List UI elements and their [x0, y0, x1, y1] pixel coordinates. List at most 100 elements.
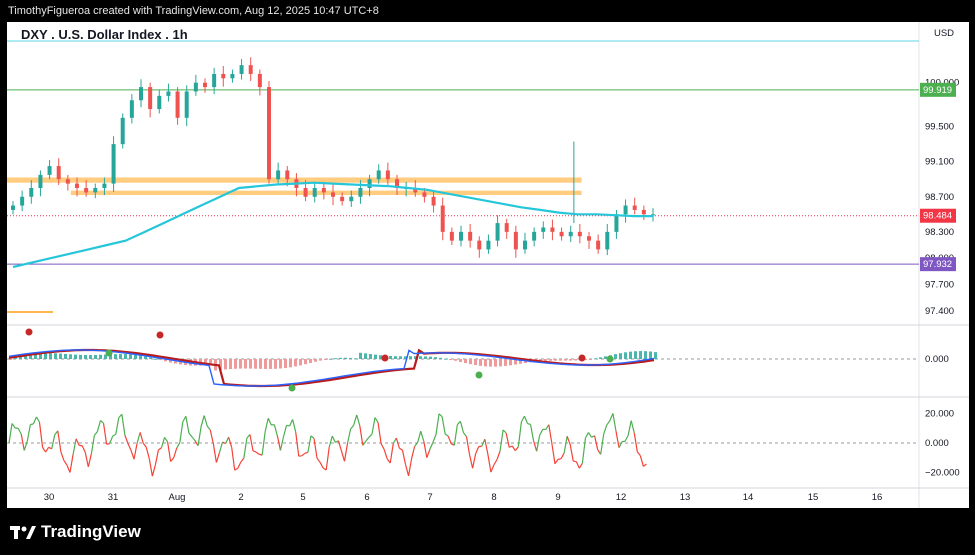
- oscillator-segment: [365, 436, 370, 442]
- oscillator-segment: [527, 422, 531, 426]
- crossover-dot: [25, 328, 33, 336]
- macd-bar: [614, 354, 617, 359]
- oscillator-segment: [584, 432, 590, 439]
- macd-bar: [419, 356, 422, 359]
- macd-bar: [149, 357, 152, 359]
- oscillator-segment: [438, 413, 443, 418]
- macd-bar: [644, 351, 647, 359]
- oscillator-segment: [499, 429, 504, 452]
- candle-body: [641, 209, 646, 215]
- oscillator-segment: [301, 452, 306, 457]
- macd-bar: [544, 359, 547, 361]
- oscillator-segment: [490, 464, 495, 473]
- oscillator-segment: [587, 432, 593, 438]
- currency-label: USD: [934, 28, 954, 39]
- oscillator-segment: [218, 441, 224, 453]
- date-tick-label: 30: [44, 492, 55, 503]
- oscillator-segment: [167, 441, 172, 462]
- oscillator-segment: [331, 435, 336, 443]
- macd-bar: [154, 358, 157, 360]
- oscillator-segment: [359, 425, 364, 446]
- oscillator-segment: [569, 444, 574, 462]
- date-tick-label: 14: [743, 492, 754, 503]
- oscillator-segment: [206, 425, 211, 431]
- oscillator-segment: [575, 461, 580, 469]
- candle-body: [614, 214, 619, 232]
- chart-area[interactable]: USD100.00099.50099.10098.70098.30098.000…: [7, 22, 969, 508]
- oscillator-segment: [444, 433, 449, 437]
- macd-bar: [44, 353, 47, 359]
- candle-body: [111, 144, 116, 184]
- date-tick-label: 2: [238, 492, 243, 503]
- oscillator-segment: [368, 433, 373, 438]
- oscillator-segment: [100, 419, 104, 424]
- macd-bar: [444, 358, 447, 360]
- oscillator-segment: [66, 464, 71, 473]
- oscillator-segment: [307, 435, 312, 453]
- macd-bar: [329, 358, 332, 360]
- oscillator-segment: [60, 451, 65, 461]
- oscillator-segment: [435, 413, 440, 435]
- macd-bar: [284, 359, 287, 369]
- chart-svg: USD100.00099.50099.10098.70098.30098.000…: [7, 22, 969, 508]
- candle-body: [47, 166, 52, 175]
- oscillator-segment: [520, 415, 525, 423]
- candle-body: [321, 188, 326, 193]
- oscillator-segment: [11, 423, 16, 429]
- oscillator-segment: [468, 454, 474, 469]
- candle-body: [276, 170, 281, 180]
- oscillator-segment: [459, 421, 465, 433]
- oscillator-segment: [514, 446, 519, 452]
- macd-bar: [494, 359, 497, 367]
- macd-bar: [549, 359, 552, 361]
- oscillator-segment: [127, 443, 132, 451]
- oscillator-segment: [404, 464, 410, 477]
- macd-bar: [314, 359, 317, 362]
- oscillator-segment: [148, 458, 153, 477]
- macd-bar: [374, 354, 377, 359]
- candle-body: [568, 231, 573, 237]
- macd-bar: [54, 353, 57, 359]
- oscillator-segment: [432, 434, 437, 443]
- candle-body: [513, 231, 518, 250]
- oscillator-segment: [426, 449, 431, 458]
- oscillator-segment: [173, 447, 178, 458]
- macd-bar: [469, 359, 472, 365]
- macd-bar: [474, 359, 477, 366]
- oscillator-segment: [90, 435, 95, 455]
- oscillator-segment: [38, 422, 44, 448]
- oscillator-segment: [191, 436, 196, 442]
- date-tick-label: 15: [808, 492, 819, 503]
- oscillator-segment: [624, 435, 629, 442]
- osc-tick-label: 20.000: [925, 409, 954, 420]
- macd-bar: [74, 354, 77, 359]
- oscillator-segment: [57, 430, 62, 452]
- date-tick-label: 7: [427, 492, 432, 503]
- macd-bar: [244, 359, 247, 369]
- oscillator-segment: [96, 420, 102, 432]
- macd-bar: [254, 359, 257, 369]
- oscillator-segment: [115, 417, 120, 435]
- macd-bar: [634, 351, 637, 359]
- macd-bar: [504, 359, 507, 366]
- oscillator-segment: [573, 460, 577, 463]
- oscillator-segment: [228, 436, 233, 448]
- macd-bar: [94, 354, 97, 359]
- oscillator-segment: [633, 432, 638, 452]
- candle-body: [340, 196, 345, 202]
- date-tick-label: 16: [872, 492, 883, 503]
- candle-body: [175, 91, 180, 118]
- macd-bar: [649, 351, 652, 359]
- oscillator-segment: [377, 422, 382, 444]
- candles-group: [11, 57, 655, 258]
- candle-body: [504, 223, 509, 232]
- oscillator-segment: [316, 457, 321, 463]
- oscillator-segment: [453, 424, 458, 446]
- date-tick-label: Aug: [169, 492, 186, 503]
- oscillator-segment: [356, 414, 361, 426]
- oscillator-segment: [643, 463, 647, 467]
- date-tick-label: 13: [680, 492, 691, 503]
- oscillator-segment: [581, 437, 587, 464]
- macd-bar: [459, 359, 462, 362]
- oscillator-segment: [423, 441, 428, 458]
